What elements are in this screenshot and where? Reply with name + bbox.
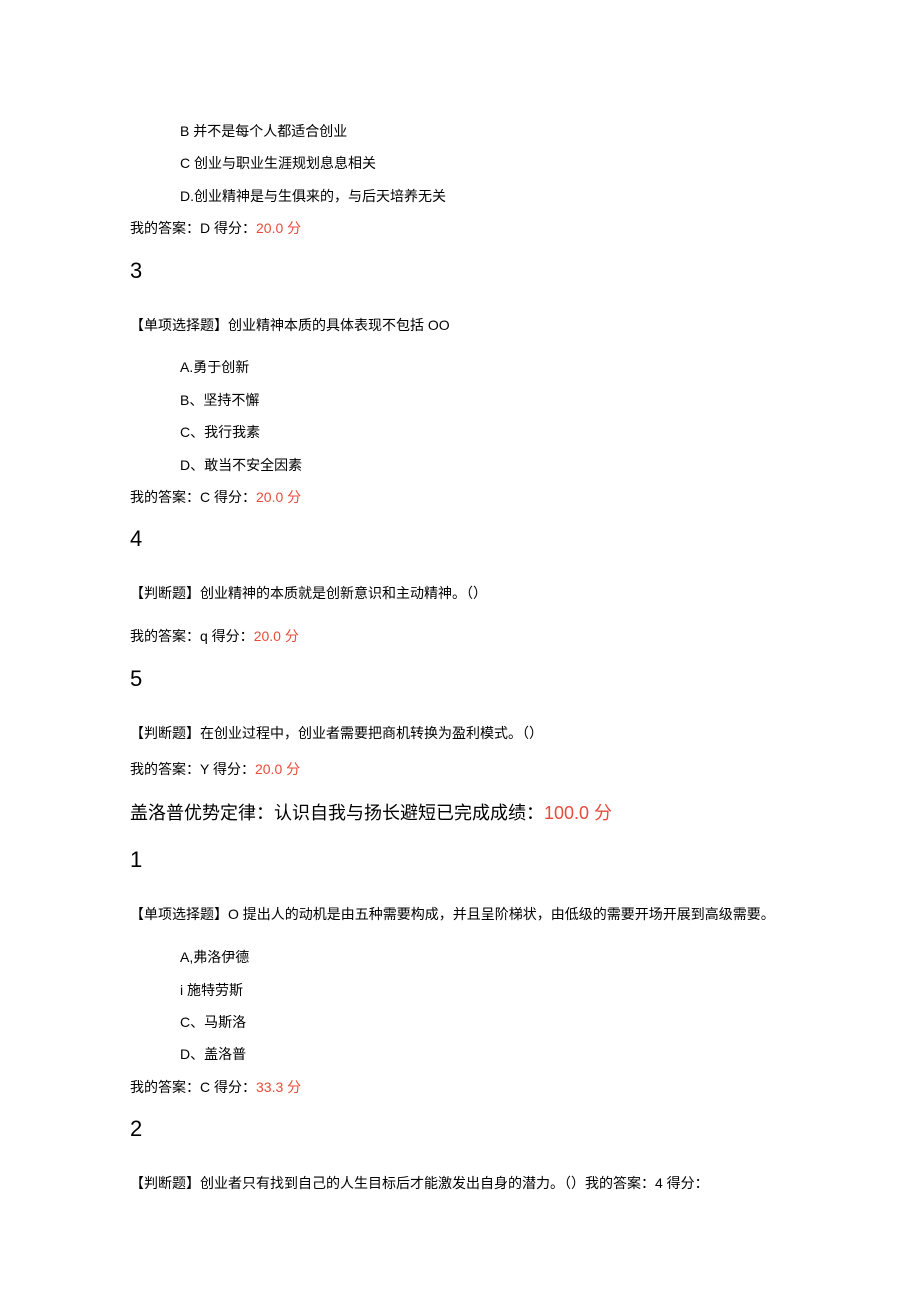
q3-option-d: D、敢当不安全因素	[180, 454, 790, 476]
section2-title: 盖洛普优势定律：认识自我与扬长避短已完成成绩：100.0 分	[130, 799, 790, 828]
s2q1-stem: 【单项选择题】O 提出人的动机是由五种需要构成，并且呈阶梯状，由低级的需要开场开…	[130, 899, 790, 930]
q4-answer-prefix: 我的答案：q 得分：	[130, 628, 254, 644]
q3-option-b: B、坚持不懈	[180, 389, 790, 411]
q3-option-a: A.勇于创新	[180, 356, 790, 378]
q2-option-c: C 创业与职业生涯规划息息相关	[180, 152, 790, 174]
s2q1-score: 33.3 分	[256, 1079, 301, 1095]
q3-score: 20.0 分	[256, 489, 301, 505]
q4-stem: 【判断题】创业精神的本质就是创新意识和主动精神。（）	[130, 578, 790, 609]
section2-title-score: 100.0 分	[544, 803, 612, 823]
s2q1-option-a: A,弗洛伊德	[180, 946, 790, 968]
q3-answer-prefix: 我的答案：C 得分：	[130, 489, 256, 505]
q3-number: 3	[130, 258, 790, 284]
q2-option-d: D.创业精神是与生俱来的，与后天培养无关	[180, 185, 790, 207]
s2q2-number: 2	[130, 1116, 790, 1142]
q5-answer-line: 我的答案：Y 得分：20.0 分	[130, 758, 790, 780]
s2q1-number: 1	[130, 847, 790, 873]
q5-score: 20.0 分	[255, 761, 300, 777]
s2q2-stem: 【判断题】创业者只有找到自己的人生目标后才能激发出自身的潜力。（）我的答案：4 …	[130, 1168, 790, 1199]
q4-score: 20.0 分	[254, 628, 299, 644]
q3-stem: 【单项选择题】创业精神本质的具体表现不包括 OO	[130, 310, 790, 341]
q2-option-b: B 并不是每个人都适合创业	[180, 120, 790, 142]
q2-answer-line: 我的答案：D 得分：20.0 分	[130, 217, 790, 239]
s2q1-option-d: D、盖洛普	[180, 1043, 790, 1065]
q4-answer-line: 我的答案：q 得分：20.0 分	[130, 625, 790, 647]
q5-answer-prefix: 我的答案：Y 得分：	[130, 761, 255, 777]
q3-answer-line: 我的答案：C 得分：20.0 分	[130, 486, 790, 508]
s2q1-answer-line: 我的答案：C 得分：33.3 分	[130, 1076, 790, 1098]
q4-number: 4	[130, 526, 790, 552]
q5-number: 5	[130, 666, 790, 692]
q3-option-c: C、我行我素	[180, 421, 790, 443]
s2q1-option-c: C、马斯洛	[180, 1011, 790, 1033]
q2-score: 20.0 分	[256, 220, 301, 236]
s2q1-answer-prefix: 我的答案：C 得分：	[130, 1079, 256, 1095]
section2-title-prefix: 盖洛普优势定律：认识自我与扬长避短已完成成绩：	[130, 803, 544, 823]
q2-answer-prefix: 我的答案：D 得分：	[130, 220, 256, 236]
s2q1-option-b: i 施特劳斯	[180, 979, 790, 1001]
q5-stem: 【判断题】在创业过程中，创业者需要把商机转换为盈利模式。（）	[130, 718, 790, 749]
